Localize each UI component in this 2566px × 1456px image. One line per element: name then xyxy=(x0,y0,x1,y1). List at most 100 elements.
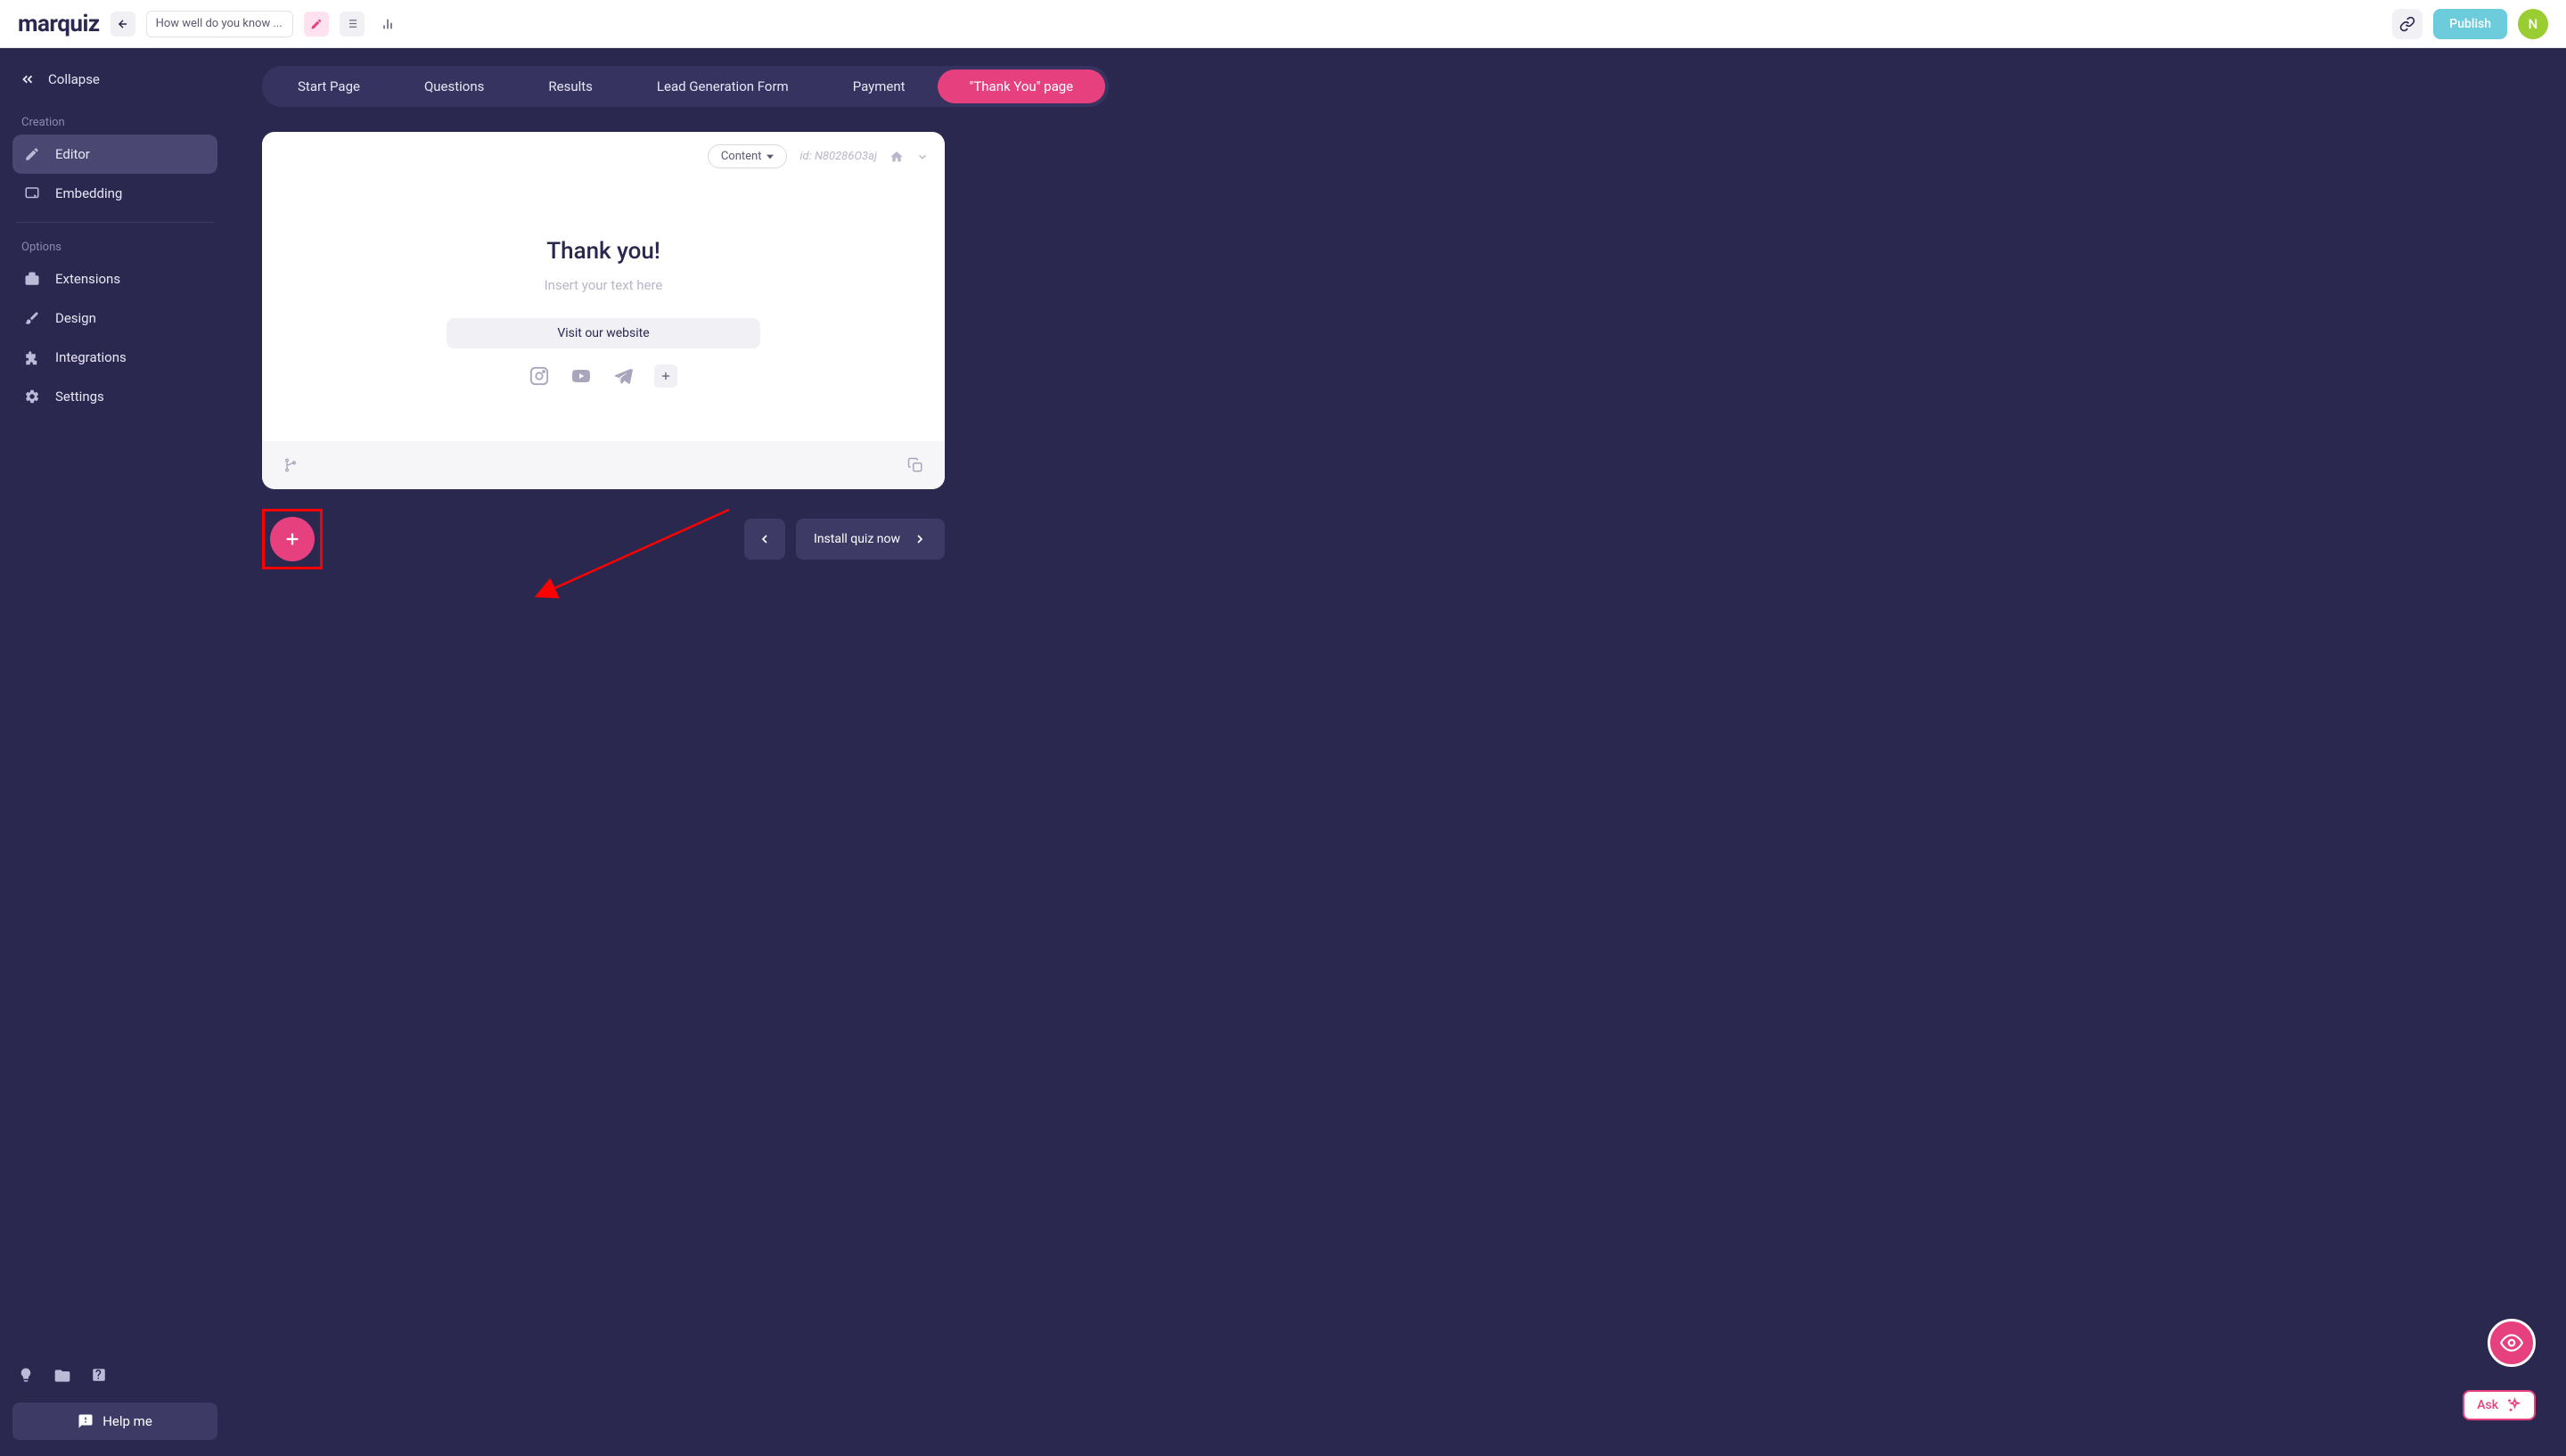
ask-label: Ask xyxy=(2477,1398,2498,1412)
copy-icon xyxy=(907,457,923,473)
collapse-icon xyxy=(20,71,36,87)
chevron-down-icon xyxy=(916,151,929,163)
social-add-button[interactable] xyxy=(654,364,677,388)
thank-you-text-placeholder[interactable]: Insert your text here xyxy=(545,277,663,293)
publish-button[interactable]: Publish xyxy=(2433,9,2507,39)
preview-fab[interactable] xyxy=(2488,1319,2536,1367)
section-label-options: Options xyxy=(12,235,217,259)
pencil-icon xyxy=(310,18,323,30)
pencil-icon xyxy=(23,145,41,163)
copy-button[interactable] xyxy=(907,457,923,473)
sidebar-item-label: Settings xyxy=(55,389,104,405)
chevron-left-icon xyxy=(758,532,772,546)
install-quiz-label: Install quiz now xyxy=(814,532,900,546)
embed-icon xyxy=(23,184,41,202)
thank-you-title[interactable]: Thank you! xyxy=(546,238,660,265)
gear-icon xyxy=(23,388,41,405)
add-fab-highlight xyxy=(262,509,323,569)
collapse-button[interactable]: Collapse xyxy=(12,64,217,94)
puzzle-icon xyxy=(23,348,41,366)
avatar[interactable]: N xyxy=(2518,9,2548,39)
eye-icon xyxy=(2500,1331,2523,1354)
sidebar: Collapse Creation Editor Embedding Optio… xyxy=(0,48,230,1456)
branch-button[interactable] xyxy=(283,458,298,472)
youtube-icon xyxy=(570,365,592,387)
quiz-name-field[interactable]: How well do you know ... xyxy=(146,11,293,37)
tabs: Start Page Questions Results Lead Genera… xyxy=(262,66,1109,107)
below-card-row: Install quiz now xyxy=(262,509,945,569)
question-icon xyxy=(91,1367,107,1383)
nav-group: Install quiz now xyxy=(744,519,945,560)
divider xyxy=(16,222,214,223)
tab-lead-form[interactable]: Lead Generation Form xyxy=(625,70,821,103)
link-icon xyxy=(2399,16,2415,32)
add-page-button[interactable] xyxy=(270,517,315,561)
sidebar-item-label: Editor xyxy=(55,146,90,162)
ask-ai-button[interactable]: Ask xyxy=(2463,1390,2536,1420)
sidebar-item-editor[interactable]: Editor xyxy=(12,135,217,174)
back-button[interactable] xyxy=(111,12,135,37)
chevron-right-icon xyxy=(913,532,927,546)
sidebar-item-integrations[interactable]: Integrations xyxy=(12,338,217,377)
branch-icon xyxy=(283,458,298,472)
section-label-creation: Creation xyxy=(12,110,217,135)
caret-down-icon xyxy=(767,153,774,160)
card-id: id: N80286O3aj xyxy=(799,150,877,163)
sidebar-item-label: Extensions xyxy=(55,271,120,287)
home-button[interactable] xyxy=(889,150,904,164)
sidebar-item-settings[interactable]: Settings xyxy=(12,377,217,416)
telegram-button[interactable] xyxy=(613,366,633,386)
lightbulb-icon xyxy=(18,1367,34,1383)
card-content: Thank you! Insert your text here Visit o… xyxy=(262,176,945,441)
social-row xyxy=(529,364,677,388)
plus-icon xyxy=(283,529,302,549)
card-menu-button[interactable] xyxy=(916,151,929,163)
visit-website-button[interactable]: Visit our website xyxy=(447,318,760,348)
tab-results[interactable]: Results xyxy=(516,70,625,103)
help-icon-button[interactable] xyxy=(91,1367,107,1388)
help-me-label: Help me xyxy=(102,1413,152,1429)
content-dropdown[interactable]: Content xyxy=(708,144,788,168)
folder-upload-icon xyxy=(53,1367,71,1385)
arrow-left-icon xyxy=(117,18,129,30)
analytics-button[interactable] xyxy=(375,12,400,37)
topbar: marquiz How well do you know ... Publish… xyxy=(0,0,2566,48)
sidebar-item-label: Design xyxy=(55,310,96,326)
ai-sparkle-icon xyxy=(2505,1397,2521,1413)
chat-question-icon xyxy=(78,1413,94,1429)
collapse-label: Collapse xyxy=(48,71,100,87)
plus-icon xyxy=(660,370,672,382)
upload-button[interactable] xyxy=(53,1367,71,1388)
link-button[interactable] xyxy=(2392,9,2423,39)
main-area: Start Page Questions Results Lead Genera… xyxy=(230,48,2566,1456)
bar-chart-icon xyxy=(381,17,395,31)
card-header: Content id: N80286O3aj xyxy=(262,132,945,176)
youtube-button[interactable] xyxy=(570,365,592,387)
sidebar-item-design[interactable]: Design xyxy=(12,299,217,338)
tab-payment[interactable]: Payment xyxy=(821,70,938,103)
sidebar-item-embedding[interactable]: Embedding xyxy=(12,174,217,213)
sidebar-item-label: Integrations xyxy=(55,349,127,365)
tab-questions[interactable]: Questions xyxy=(392,70,516,103)
card-footer xyxy=(262,441,945,489)
instagram-button[interactable] xyxy=(529,366,549,386)
lightbulb-button[interactable] xyxy=(18,1367,34,1388)
list-icon xyxy=(345,17,358,30)
sidebar-item-extensions[interactable]: Extensions xyxy=(12,259,217,299)
tab-start-page[interactable]: Start Page xyxy=(266,70,392,103)
content-dropdown-label: Content xyxy=(721,150,762,163)
install-quiz-button[interactable]: Install quiz now xyxy=(796,519,945,560)
extensions-icon xyxy=(23,270,41,288)
help-me-button[interactable]: Help me xyxy=(12,1403,217,1440)
telegram-icon xyxy=(613,366,633,386)
prev-button[interactable] xyxy=(744,519,785,560)
list-button[interactable] xyxy=(340,12,365,37)
home-icon xyxy=(889,150,904,164)
sidebar-item-label: Embedding xyxy=(55,185,122,201)
edit-button[interactable] xyxy=(304,12,329,37)
logo: marquiz xyxy=(18,11,100,37)
brush-icon xyxy=(23,309,41,327)
editor-card: Content id: N80286O3aj Thank you! Insert… xyxy=(262,132,945,489)
tab-thank-you[interactable]: "Thank You" page xyxy=(938,70,1106,103)
instagram-icon xyxy=(529,366,549,386)
